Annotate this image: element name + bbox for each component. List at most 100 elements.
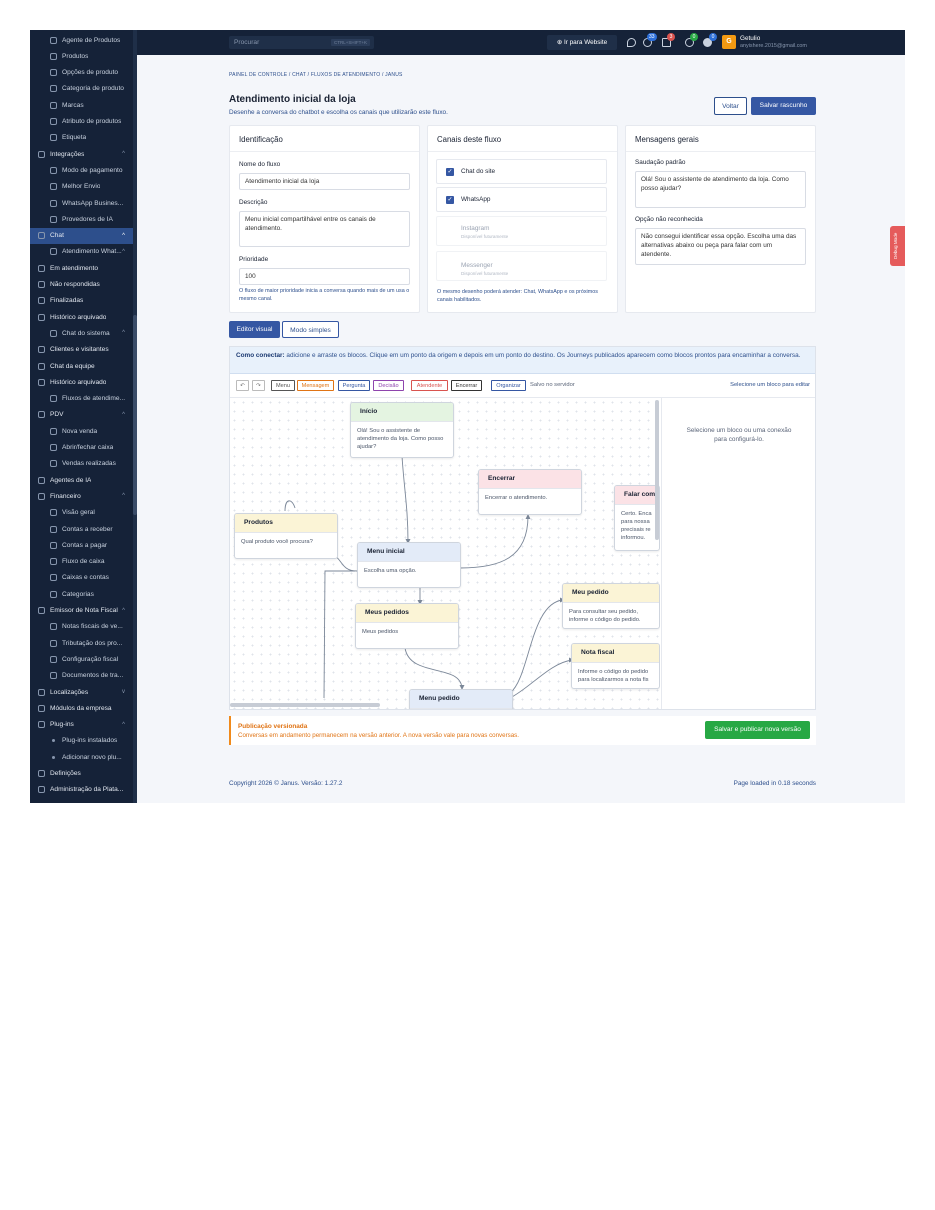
chevron-up-icon[interactable]: ^ — [122, 412, 125, 418]
add-end-button[interactable]: Encerrar — [451, 380, 482, 391]
sidebar-item[interactable]: Chat da equipe — [30, 358, 133, 374]
save-publish-button[interactable]: Salvar e publicar nova versão — [705, 721, 810, 739]
sidebar-item[interactable]: Financeiro ^ — [30, 488, 133, 504]
sidebar-item[interactable]: Emissor de Nota Fiscal ^ — [30, 603, 133, 619]
save-draft-button[interactable]: Salvar rascunho — [751, 97, 816, 115]
sidebar-item[interactable]: Opções de produto — [30, 65, 133, 81]
sidebar-item[interactable]: Configuração fiscal — [30, 651, 133, 667]
avatar[interactable]: G — [722, 35, 736, 49]
sidebar-item[interactable]: Localizações v — [30, 684, 133, 700]
sidebar-item[interactable]: Em atendimento — [30, 260, 133, 276]
sidebar-item[interactable]: Contas a pagar — [30, 537, 133, 553]
canvas-horizontal-scrollbar[interactable] — [230, 703, 380, 707]
chevron-up-icon[interactable]: ^ — [122, 608, 125, 614]
debug-mode-tab[interactable]: Debug Mode — [890, 226, 905, 266]
sidebar-item[interactable]: Nova venda — [30, 423, 133, 439]
node-produtos[interactable]: Produtos Qual produto você procura? — [234, 513, 338, 559]
node-meu-pedido[interactable]: Meu pedido Para consultar seu pedido, in… — [562, 583, 660, 629]
user-name[interactable]: Getulio — [740, 35, 760, 42]
sidebar-item[interactable]: Chat ^ — [30, 227, 133, 244]
checkbox-checked-icon[interactable]: ✓ — [446, 196, 454, 204]
canvas-vertical-scrollbar[interactable] — [655, 400, 659, 540]
tab-simple-mode[interactable]: Modo simples — [282, 321, 339, 338]
sidebar-item[interactable]: Administração da Plata... — [30, 782, 133, 798]
channel-whatsapp[interactable]: ✓ WhatsApp — [436, 187, 607, 212]
node-menu-pedido[interactable]: Menu pedido — [409, 689, 513, 709]
chevron-up-icon[interactable]: ^ — [122, 330, 125, 336]
sidebar-item[interactable]: Não respondidas — [30, 277, 133, 293]
sidebar-item[interactable]: Módulos da empresa — [30, 700, 133, 716]
sidebar-item[interactable]: Notas fiscais de ve... — [30, 619, 133, 635]
sidebar-item[interactable]: PDV ^ — [30, 407, 133, 423]
add-menu-button[interactable]: Menu — [271, 380, 295, 391]
sidebar-item[interactable]: Categoria de produto — [30, 81, 133, 97]
chevron-down-icon[interactable]: v — [122, 689, 125, 695]
undo-button[interactable]: ↶ — [236, 380, 249, 391]
add-question-button[interactable]: Pergunta — [338, 380, 370, 391]
sidebar-item[interactable]: Finalizadas — [30, 293, 133, 309]
sidebar-item[interactable]: Atributo de produtos — [30, 114, 133, 130]
sidebar-scrollbar-thumb[interactable] — [133, 315, 137, 515]
add-message-button[interactable]: Mensagem — [297, 380, 334, 391]
sidebar-item[interactable]: Definições — [30, 766, 133, 782]
chevron-up-icon[interactable]: ^ — [122, 493, 125, 499]
moon-icon[interactable] — [627, 38, 636, 47]
sidebar-item[interactable]: Contas a receber — [30, 521, 133, 537]
back-button[interactable]: Voltar — [714, 97, 747, 115]
flow-name-input[interactable]: Atendimento inicial da loja — [239, 173, 410, 190]
sidebar-item[interactable]: Modo de pagamento — [30, 162, 133, 178]
chevron-up-icon[interactable]: ^ — [122, 249, 125, 255]
redo-button[interactable]: ↷ — [252, 380, 265, 391]
sidebar-item[interactable]: WhatsApp Busines... — [30, 195, 133, 211]
description-textarea[interactable]: Menu inicial compartilhável entre os can… — [239, 211, 410, 247]
sidebar-item[interactable]: Provedores de IA — [30, 211, 133, 227]
sidebar-item[interactable]: Marcas — [30, 97, 133, 113]
chevron-up-icon[interactable]: ^ — [122, 151, 125, 157]
sidebar-item[interactable]: Fluxos de atendime... — [30, 391, 133, 407]
organize-button[interactable]: Organizar — [491, 380, 526, 391]
sidebar-item[interactable]: Melhor Envio — [30, 179, 133, 195]
sidebar-item[interactable]: Plug-ins ^ — [30, 717, 133, 733]
greeting-textarea[interactable]: Olá! Sou o assistente de atendimento da … — [635, 171, 806, 208]
node-menu-inicial[interactable]: Menu inicial Escolha uma opção. — [357, 542, 461, 588]
node-nota-fiscal[interactable]: Nota fiscal Informe o código do pedido p… — [571, 643, 660, 689]
flow-canvas[interactable]: Início Olá! Sou o assistente de atendime… — [230, 398, 660, 709]
sidebar-item[interactable]: Visão geral — [30, 505, 133, 521]
sidebar-item[interactable]: Documentos de tra... — [30, 668, 133, 684]
sidebar-item[interactable]: Agente de Produtos — [30, 32, 133, 48]
chevron-up-icon[interactable]: ^ — [122, 722, 125, 728]
tab-visual-editor[interactable]: Editor visual — [229, 321, 280, 338]
sidebar-item[interactable]: Clientes e visitantes — [30, 342, 133, 358]
add-decision-button[interactable]: Decisão — [373, 380, 404, 391]
sidebar-item[interactable]: Histórico arquivado — [30, 309, 133, 325]
node-encerrar[interactable]: Encerrar Encerrar o atendimento. — [478, 469, 582, 515]
sidebar-item-label: Produtos — [62, 52, 89, 60]
sidebar-item[interactable]: Integrações ^ — [30, 146, 133, 162]
sidebar-item[interactable]: Tributação dos pro... — [30, 635, 133, 651]
channel-chat-site[interactable]: ✓ Chat do site — [436, 159, 607, 184]
sidebar-item[interactable]: Adicionar novo plu... — [30, 749, 133, 765]
sidebar-item[interactable]: Chat do sistema ^ — [30, 325, 133, 341]
priority-input[interactable]: 100 — [239, 268, 410, 285]
unknown-option-textarea[interactable]: Não consegui identificar essa opção. Esc… — [635, 228, 806, 265]
sidebar-item[interactable]: Atendimento What... ^ — [30, 244, 133, 260]
sidebar-item[interactable]: Abrir/fechar caixa — [30, 440, 133, 456]
sidebar-item[interactable]: Histórico arquivado — [30, 374, 133, 390]
sidebar-item[interactable]: Categorias — [30, 586, 133, 602]
node-falar-com[interactable]: Falar com Certo. Enca para nossa precisa… — [614, 485, 660, 551]
node-meus-pedidos[interactable]: Meus pedidos Meus pedidos — [355, 603, 459, 649]
go-to-website-button[interactable]: ⊕ Ir para Website — [547, 35, 617, 50]
breadcrumb[interactable]: PAINEL DE CONTROLE / CHAT / FLUXOS DE AT… — [229, 72, 403, 78]
sidebar-item[interactable]: Caixas e contas — [30, 570, 133, 586]
chevron-up-icon[interactable]: ^ — [122, 233, 125, 239]
add-agent-button[interactable]: Atendente — [411, 380, 448, 391]
sidebar-item[interactable]: Etiqueta — [30, 130, 133, 146]
sidebar-item[interactable]: Fluxo de caixa — [30, 554, 133, 570]
checkbox-checked-icon[interactable]: ✓ — [446, 168, 454, 176]
sidebar-item[interactable]: Vendas realizadas — [30, 456, 133, 472]
node-inicio[interactable]: Início Olá! Sou o assistente de atendime… — [350, 402, 454, 458]
sidebar-item[interactable]: Plug-ins instalados — [30, 733, 133, 749]
sidebar-item[interactable]: Produtos — [30, 48, 133, 64]
sidebar-item[interactable]: Agentes de IA — [30, 472, 133, 488]
search-input[interactable]: Procurar CTRL+SHIFT+K — [229, 36, 374, 49]
